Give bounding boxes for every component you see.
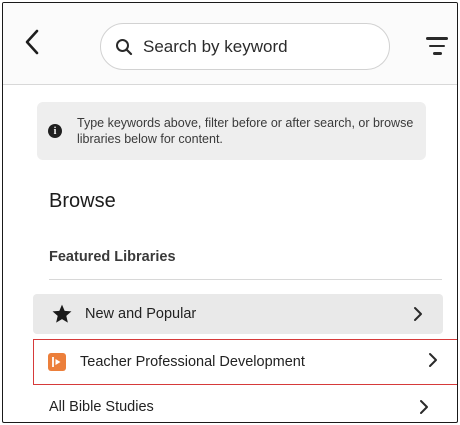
search-icon [116, 38, 133, 55]
library-item-new-and-popular[interactable]: New and Popular [33, 294, 443, 334]
chevron-right-icon [414, 307, 422, 321]
star-icon [52, 304, 72, 323]
chevron-left-icon [25, 29, 39, 55]
featured-libraries-label: Featured Libraries [49, 249, 176, 265]
filter-icon-line [426, 37, 448, 40]
filter-button[interactable] [423, 31, 451, 61]
filter-icon-line [432, 52, 442, 55]
library-item-label: Teacher Professional Development [80, 354, 305, 370]
chevron-right-icon [420, 400, 428, 414]
section-divider [49, 279, 442, 280]
info-icon: i [48, 124, 62, 138]
info-banner-text: Type keywords above, filter before or af… [77, 116, 414, 146]
filter-icon-line [429, 44, 445, 48]
app-screen: i Type keywords above, filter before or … [2, 2, 458, 423]
search-field[interactable] [100, 23, 390, 70]
library-item-label: New and Popular [85, 306, 197, 322]
search-input[interactable] [143, 36, 363, 57]
library-logo-icon [48, 353, 66, 371]
library-item-label: All Bible Studies [49, 399, 154, 415]
back-button[interactable] [17, 25, 47, 59]
info-banner: i Type keywords above, filter before or … [37, 102, 426, 160]
library-item-all-bible-studies[interactable]: All Bible Studies [41, 387, 441, 422]
library-item-teacher-professional-development[interactable]: Teacher Professional Development [33, 339, 457, 385]
play-mark-icon [52, 357, 61, 367]
chevron-right-icon [429, 353, 437, 367]
top-bar [3, 3, 457, 85]
browse-heading: Browse [49, 190, 116, 212]
